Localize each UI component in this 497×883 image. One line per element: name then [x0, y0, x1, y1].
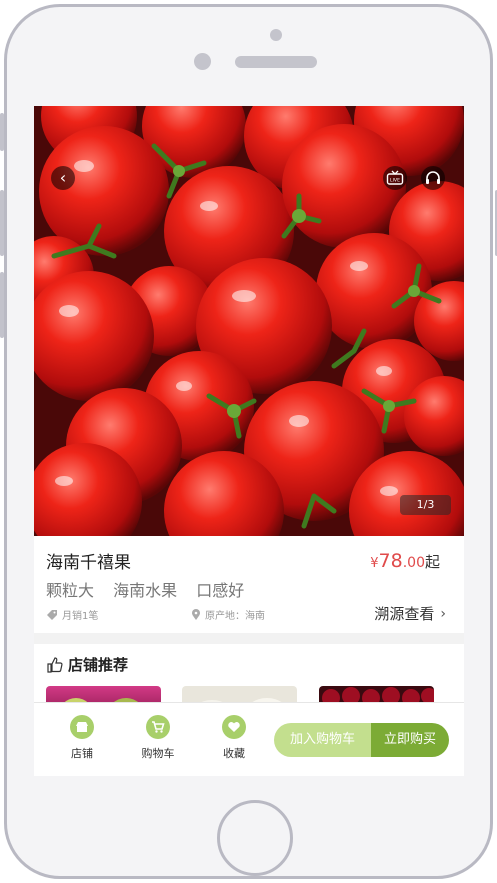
product-price: ¥78.00起: [370, 550, 440, 572]
trace-label: 溯源查看: [374, 605, 435, 623]
cart-icon: [146, 715, 170, 739]
tag-icon: [47, 609, 57, 620]
headset-icon: [426, 171, 440, 184]
buy-now-button[interactable]: 立即购买: [371, 723, 449, 757]
store-tab[interactable]: 店铺: [52, 715, 112, 761]
thumbs-up-icon: [47, 656, 63, 673]
price-integer: 78: [378, 550, 403, 572]
product-info-card: 海南千禧果 ¥78.00起 颗粒大 海南水果 口感好 月销1笔 原产地：海南 溯…: [34, 536, 464, 633]
product-tag: 海南水果: [113, 581, 178, 600]
monthly-sales-text: 月销1笔: [62, 611, 99, 622]
cart-label: 购物车: [141, 747, 175, 760]
cart-tab[interactable]: 购物车: [128, 715, 188, 761]
favorite-label: 收藏: [223, 747, 245, 760]
customer-service-button[interactable]: [421, 166, 445, 190]
volume-down-button: [0, 272, 4, 338]
store-icon: [70, 715, 94, 739]
price-currency: ¥: [370, 556, 379, 571]
origin: 原产地：海南: [191, 607, 265, 622]
product-tag: 口感好: [196, 581, 245, 600]
price-decimal: .00: [402, 555, 425, 571]
heart-icon: [222, 715, 246, 739]
store-label: 店铺: [71, 747, 93, 760]
mute-switch: [0, 113, 4, 151]
volume-up-button: [0, 190, 4, 256]
product-tag: 颗粒大: [46, 581, 95, 600]
chevron-right-icon: ›: [440, 605, 446, 622]
live-button[interactable]: LIVE: [383, 166, 407, 190]
home-button[interactable]: [217, 800, 293, 876]
front-camera: [194, 53, 211, 70]
product-name: 海南千禧果: [46, 553, 131, 573]
recommend-title: 店铺推荐: [68, 656, 129, 674]
trace-view-link[interactable]: 溯源查看 ›: [374, 603, 446, 624]
recommend-header: 店铺推荐: [46, 654, 128, 675]
monthly-sales: 月销1笔: [46, 607, 98, 622]
price-suffix: 起: [424, 553, 440, 571]
add-to-cart-button[interactable]: 加入购物车: [274, 723, 371, 757]
earpiece-speaker: [235, 56, 317, 68]
image-pager: 1/3: [400, 495, 451, 515]
live-tv-icon: LIVE: [386, 170, 404, 185]
live-label: LIVE: [390, 177, 400, 183]
product-image-carousel[interactable]: ‹ LIVE 1/3: [34, 106, 464, 536]
origin-text: 原产地：海南: [205, 611, 265, 622]
favorite-tab[interactable]: 收藏: [204, 715, 264, 761]
bottom-action-bar: 店铺 购物车 收藏 加入购物车 立即购买: [34, 702, 464, 776]
product-tags: 颗粒大 海南水果 口感好: [46, 577, 258, 601]
back-button[interactable]: ‹: [51, 166, 75, 190]
sensor: [270, 29, 282, 41]
location-pin-icon: [192, 608, 200, 620]
app-screen: ‹ LIVE 1/3 海南千禧果 ¥78.00起 颗粒大 海南水果 口感好 月销…: [34, 106, 464, 776]
chevron-left-icon: ‹: [59, 168, 67, 187]
